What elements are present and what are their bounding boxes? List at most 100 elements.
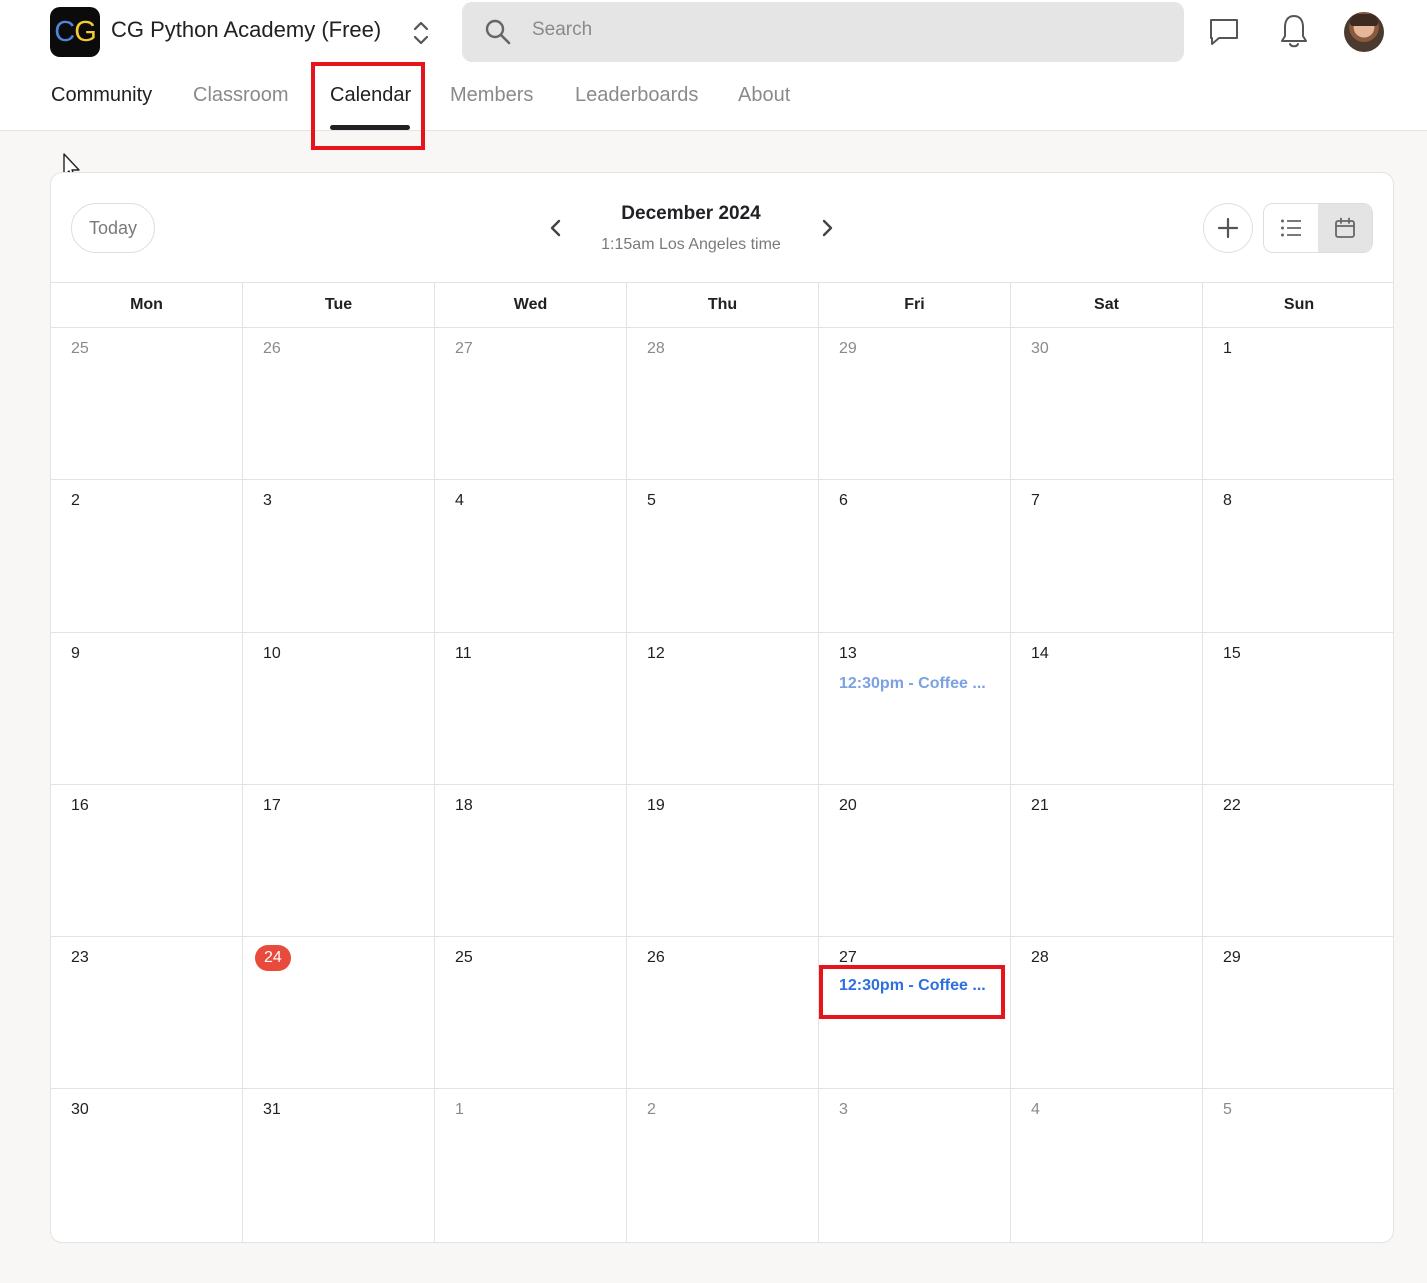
week-row: 2 3 4 5 6 7 8 [51, 480, 1393, 633]
calendar-view-button[interactable] [1318, 204, 1372, 252]
day-number: 9 [71, 644, 80, 662]
day-cell[interactable]: 11 [435, 632, 627, 784]
day-number: 3 [263, 492, 272, 510]
day-cell[interactable]: 28 [1011, 937, 1203, 1089]
day-number: 15 [1223, 644, 1241, 662]
day-cell[interactable]: 3 [243, 480, 435, 632]
add-event-button[interactable] [1203, 203, 1253, 253]
event-coffee-dec13[interactable]: 12:30pm - Coffee ... [839, 675, 989, 693]
day-cell[interactable]: 3 [819, 1089, 1011, 1242]
chevron-right-icon[interactable] [815, 213, 839, 243]
plus-icon [1217, 217, 1239, 239]
logo-letter-c: C [54, 15, 75, 48]
day-number: 10 [263, 644, 281, 662]
day-number: 21 [1031, 796, 1049, 814]
tab-leaderboards[interactable]: Leaderboards [575, 84, 698, 107]
day-cell[interactable]: 5 [627, 480, 819, 632]
day-cell[interactable]: 12 [627, 632, 819, 784]
today-button[interactable]: Today [71, 203, 155, 253]
community-title[interactable]: CG Python Academy (Free) [111, 17, 381, 43]
list-view-button[interactable] [1264, 204, 1318, 252]
day-cell[interactable]: 18 [435, 784, 627, 937]
day-number: 14 [1031, 644, 1049, 662]
day-cell[interactable]: 2 [627, 1089, 819, 1242]
day-cell[interactable]: 8 [1203, 480, 1393, 631]
day-cell[interactable]: 4 [435, 480, 627, 632]
week-row: 23 24 25 26 27 12:30pm - Coffee ... 28 2… [51, 937, 1393, 1090]
day-cell[interactable]: 13 12:30pm - Coffee ... [819, 632, 1011, 784]
tab-community[interactable]: Community [51, 84, 152, 107]
weekday-header-row: Mon Tue Wed Thu Fri Sat Sun [51, 282, 1393, 328]
day-cell[interactable]: 22 [1203, 785, 1393, 936]
day-cell[interactable]: 7 [1011, 480, 1203, 632]
day-number: 2 [647, 1101, 656, 1119]
day-number: 19 [647, 796, 665, 814]
weekday-sun: Sun [1283, 296, 1315, 313]
day-number: 13 [839, 644, 857, 662]
tab-classroom[interactable]: Classroom [193, 84, 289, 107]
tab-about[interactable]: About [738, 84, 790, 107]
tab-calendar[interactable]: Calendar [330, 84, 411, 107]
day-cell[interactable]: 30 [51, 1089, 243, 1242]
event-coffee-dec27[interactable]: 12:30pm - Coffee ... [839, 977, 989, 995]
day-number: 28 [1031, 949, 1049, 967]
day-cell[interactable]: 16 [51, 784, 243, 937]
day-number: 3 [839, 1101, 848, 1119]
day-number: 1 [455, 1101, 464, 1119]
day-cell[interactable]: 26 [243, 328, 435, 480]
month-grid: Mon Tue Wed Thu Fri Sat Sun 25 26 27 28 … [51, 282, 1393, 1242]
weekday-sat: Sat [1011, 283, 1203, 327]
community-logo[interactable]: CG [50, 7, 100, 57]
user-avatar[interactable] [1344, 12, 1384, 52]
day-cell[interactable]: 25 [51, 328, 243, 480]
day-cell[interactable]: 9 [51, 632, 243, 784]
chevron-left-icon[interactable] [544, 213, 568, 243]
day-number: 26 [647, 949, 665, 967]
day-number: 4 [455, 492, 464, 510]
day-cell[interactable]: 1 [1203, 328, 1393, 479]
day-cell[interactable]: 1 [435, 1089, 627, 1242]
day-number: 2 [71, 492, 80, 510]
week-row: 16 17 18 19 20 21 22 [51, 784, 1393, 938]
day-cell[interactable]: 30 [1011, 328, 1203, 480]
day-cell[interactable]: 6 [819, 480, 1011, 632]
day-number: 25 [455, 949, 473, 967]
day-cell[interactable]: 15 [1203, 633, 1393, 784]
day-number: 18 [455, 796, 473, 814]
day-number: 6 [839, 492, 848, 510]
day-cell[interactable]: 4 [1011, 1089, 1203, 1242]
view-toggle [1263, 203, 1373, 253]
day-cell[interactable]: 10 [243, 632, 435, 784]
day-number: 5 [647, 492, 656, 510]
logo-letter-g: G [74, 15, 97, 48]
day-cell[interactable]: 2 [51, 480, 243, 632]
active-tab-underline [330, 125, 410, 130]
chevron-up-down-icon[interactable] [409, 18, 433, 48]
weekday-wed: Wed [435, 283, 627, 327]
day-cell[interactable]: 21 [1011, 784, 1203, 937]
search-input-placeholder[interactable]: Search [532, 19, 592, 41]
day-cell[interactable]: 31 [243, 1089, 435, 1242]
day-cell[interactable]: 24 [243, 937, 435, 1089]
bell-icon[interactable] [1277, 12, 1311, 50]
day-cell[interactable]: 20 [819, 784, 1011, 937]
chat-icon[interactable] [1207, 14, 1241, 48]
day-cell[interactable]: 17 [243, 784, 435, 937]
day-cell[interactable]: 29 [819, 328, 1011, 480]
search-icon [485, 19, 511, 45]
day-cell[interactable]: 26 [627, 937, 819, 1089]
day-cell[interactable]: 25 [435, 937, 627, 1089]
day-cell[interactable]: 28 [627, 328, 819, 480]
day-number: 28 [647, 340, 665, 357]
day-number: 29 [1223, 949, 1241, 967]
day-cell[interactable]: 14 [1011, 632, 1203, 784]
day-cell[interactable]: 19 [627, 784, 819, 937]
tab-members[interactable]: Members [450, 84, 533, 107]
day-cell[interactable]: 27 12:30pm - Coffee ... [819, 937, 1011, 1089]
day-cell[interactable]: 5 [1203, 1089, 1393, 1241]
day-number: 12 [647, 644, 665, 662]
day-cell[interactable]: 23 [51, 937, 243, 1089]
day-cell[interactable]: 27 [435, 328, 627, 480]
week-row: 30 31 1 2 3 4 5 [51, 1089, 1393, 1242]
day-cell[interactable]: 29 [1203, 937, 1393, 1088]
